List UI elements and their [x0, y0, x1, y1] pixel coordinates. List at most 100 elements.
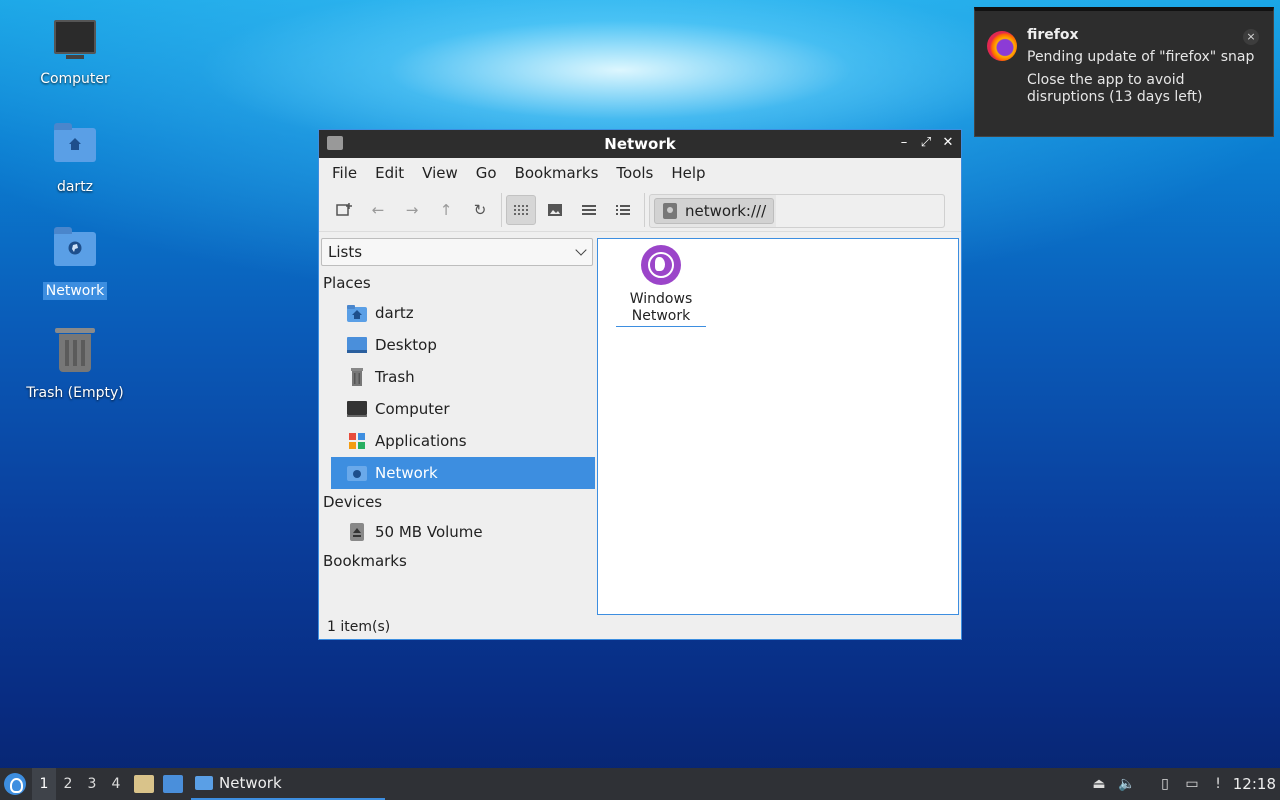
- drive-icon: [347, 523, 367, 541]
- side-pane: Lists Places dartz Desktop Trash Compute…: [321, 238, 595, 618]
- workspace-4[interactable]: 4: [104, 768, 128, 800]
- up-button[interactable]: ↑: [431, 195, 461, 225]
- back-button[interactable]: ←: [363, 195, 393, 225]
- sidebar-item-label: dartz: [375, 304, 414, 322]
- sidebar-item-applications[interactable]: Applications: [331, 425, 595, 457]
- sidebar-item-dartz[interactable]: dartz: [331, 297, 595, 329]
- menu-help[interactable]: Help: [662, 164, 714, 182]
- chevron-down-icon: [575, 244, 587, 256]
- applications-icon: [347, 432, 367, 450]
- sidebar-item-computer[interactable]: Computer: [331, 393, 595, 425]
- bookmarks-heading: Bookmarks: [323, 552, 407, 570]
- desktop-icon-trash[interactable]: Trash (Empty): [20, 328, 130, 402]
- desktop-icon-label: Network: [42, 282, 108, 300]
- menu-view[interactable]: View: [413, 164, 467, 182]
- task-label: Network: [219, 774, 282, 792]
- desktop-icon-label: dartz: [56, 179, 94, 195]
- location-crumb[interactable]: network:///: [654, 198, 774, 224]
- menu-tools[interactable]: Tools: [607, 164, 662, 182]
- forward-button[interactable]: →: [397, 195, 427, 225]
- workspace-1[interactable]: 1: [32, 768, 56, 800]
- menu-go[interactable]: Go: [467, 164, 506, 182]
- notification-title: firefox: [1027, 27, 1079, 43]
- arrow-left-icon: ←: [371, 200, 385, 219]
- sidebar-item-label: Network: [375, 464, 438, 482]
- notification-popup[interactable]: firefox × Pending update of "firefox" sn…: [974, 7, 1274, 137]
- trash-icon: [52, 328, 98, 380]
- home-folder-icon: [52, 123, 98, 174]
- show-desktop-icon[interactable]: [163, 775, 183, 793]
- trash-icon: [347, 368, 367, 386]
- location-bar[interactable]: network:///: [649, 194, 945, 228]
- sidebar-item-label: Desktop: [375, 336, 437, 354]
- minimize-button[interactable]: –: [895, 134, 913, 152]
- network-folder-icon: [52, 227, 98, 278]
- notification-body: Pending update of "firefox" snap Close t…: [1027, 49, 1257, 112]
- computer-icon: [52, 20, 98, 66]
- icon-view-button[interactable]: [506, 194, 536, 225]
- menu-edit[interactable]: Edit: [366, 164, 413, 182]
- network-globe-icon: [641, 245, 681, 285]
- location-empty-area[interactable]: [776, 195, 944, 227]
- file-view[interactable]: Windows Network: [597, 238, 959, 615]
- arrow-up-icon: ↑: [439, 200, 453, 219]
- taskbar: 1 2 3 4 Network ⏏ 🔈 ▯ ▭ ! 12:18: [0, 768, 1280, 800]
- sidebar-item-label: Computer: [375, 400, 450, 418]
- computer-icon: [347, 400, 367, 418]
- close-button[interactable]: ✕: [939, 134, 957, 152]
- status-bar: 1 item(s): [327, 619, 391, 635]
- file-manager-launcher-icon[interactable]: [134, 775, 154, 793]
- clock[interactable]: 12:18: [1233, 768, 1276, 800]
- desktop-icon-label: Computer: [40, 71, 110, 87]
- desktop-icon-label: Trash (Empty): [26, 385, 124, 401]
- file-manager-window: Network – ⤢ ✕ File Edit View Go Bookmark…: [318, 129, 962, 640]
- compact-view-button[interactable]: [574, 195, 604, 225]
- sidebar-item-label: Applications: [375, 432, 467, 450]
- new-tab-button[interactable]: [329, 195, 359, 225]
- side-pane-mode-select[interactable]: Lists: [321, 238, 593, 266]
- toolbar-separator: [644, 192, 645, 227]
- taskbar-task-network[interactable]: Network: [191, 768, 385, 800]
- sidebar-item-trash[interactable]: Trash: [331, 361, 595, 393]
- file-item-label: Windows Network: [616, 291, 706, 327]
- eject-icon[interactable]: ⏏: [1090, 775, 1108, 793]
- menu-bar: File Edit View Go Bookmarks Tools Help: [319, 158, 961, 188]
- menu-file[interactable]: File: [323, 164, 366, 182]
- desktop-icon: [347, 336, 367, 354]
- reload-icon: ↻: [473, 200, 487, 219]
- drive-icon: [663, 203, 677, 219]
- sidebar-item-desktop[interactable]: Desktop: [331, 329, 595, 361]
- menu-bookmarks[interactable]: Bookmarks: [506, 164, 608, 182]
- notification-line: Pending update of "firefox" snap: [1027, 49, 1255, 65]
- start-menu-button[interactable]: [4, 773, 26, 795]
- notification-close-button[interactable]: ×: [1243, 29, 1259, 45]
- workspace-3[interactable]: 3: [80, 768, 104, 800]
- network-tray-icon[interactable]: ▭: [1183, 775, 1201, 793]
- thumbnail-view-button[interactable]: [540, 195, 570, 225]
- grid-icon: [514, 204, 528, 215]
- window-titlebar[interactable]: Network – ⤢ ✕: [319, 130, 961, 158]
- desktop-icon-computer[interactable]: Computer: [20, 16, 130, 88]
- places-heading: Places: [323, 274, 371, 292]
- sidebar-item-network[interactable]: Network: [331, 457, 595, 489]
- window-title: Network: [604, 135, 676, 153]
- desktop-icon-network[interactable]: Network: [20, 226, 130, 300]
- arrow-right-icon: →: [405, 200, 419, 219]
- firefox-icon: [987, 31, 1017, 61]
- image-icon: [548, 203, 562, 216]
- desktop-icon-dartz[interactable]: dartz: [20, 122, 130, 196]
- reload-button[interactable]: ↻: [465, 195, 495, 225]
- notification-line: Close the app to avoid disruptions (13 d…: [1027, 72, 1203, 105]
- list-detailed-icon: [616, 204, 630, 215]
- detailed-view-button[interactable]: [608, 195, 638, 225]
- toolbar: ← → ↑ ↻ network:///: [319, 188, 961, 232]
- maximize-button[interactable]: ⤢: [917, 134, 935, 152]
- workspace-2[interactable]: 2: [56, 768, 80, 800]
- folder-icon: [195, 776, 213, 790]
- update-notifier-icon[interactable]: !: [1209, 775, 1227, 793]
- sidebar-item-volume[interactable]: 50 MB Volume: [331, 516, 595, 548]
- volume-icon[interactable]: 🔈: [1118, 775, 1136, 793]
- file-item-windows-network[interactable]: Windows Network: [616, 245, 706, 327]
- clipboard-icon[interactable]: ▯: [1156, 775, 1174, 793]
- toolbar-separator: [501, 192, 502, 227]
